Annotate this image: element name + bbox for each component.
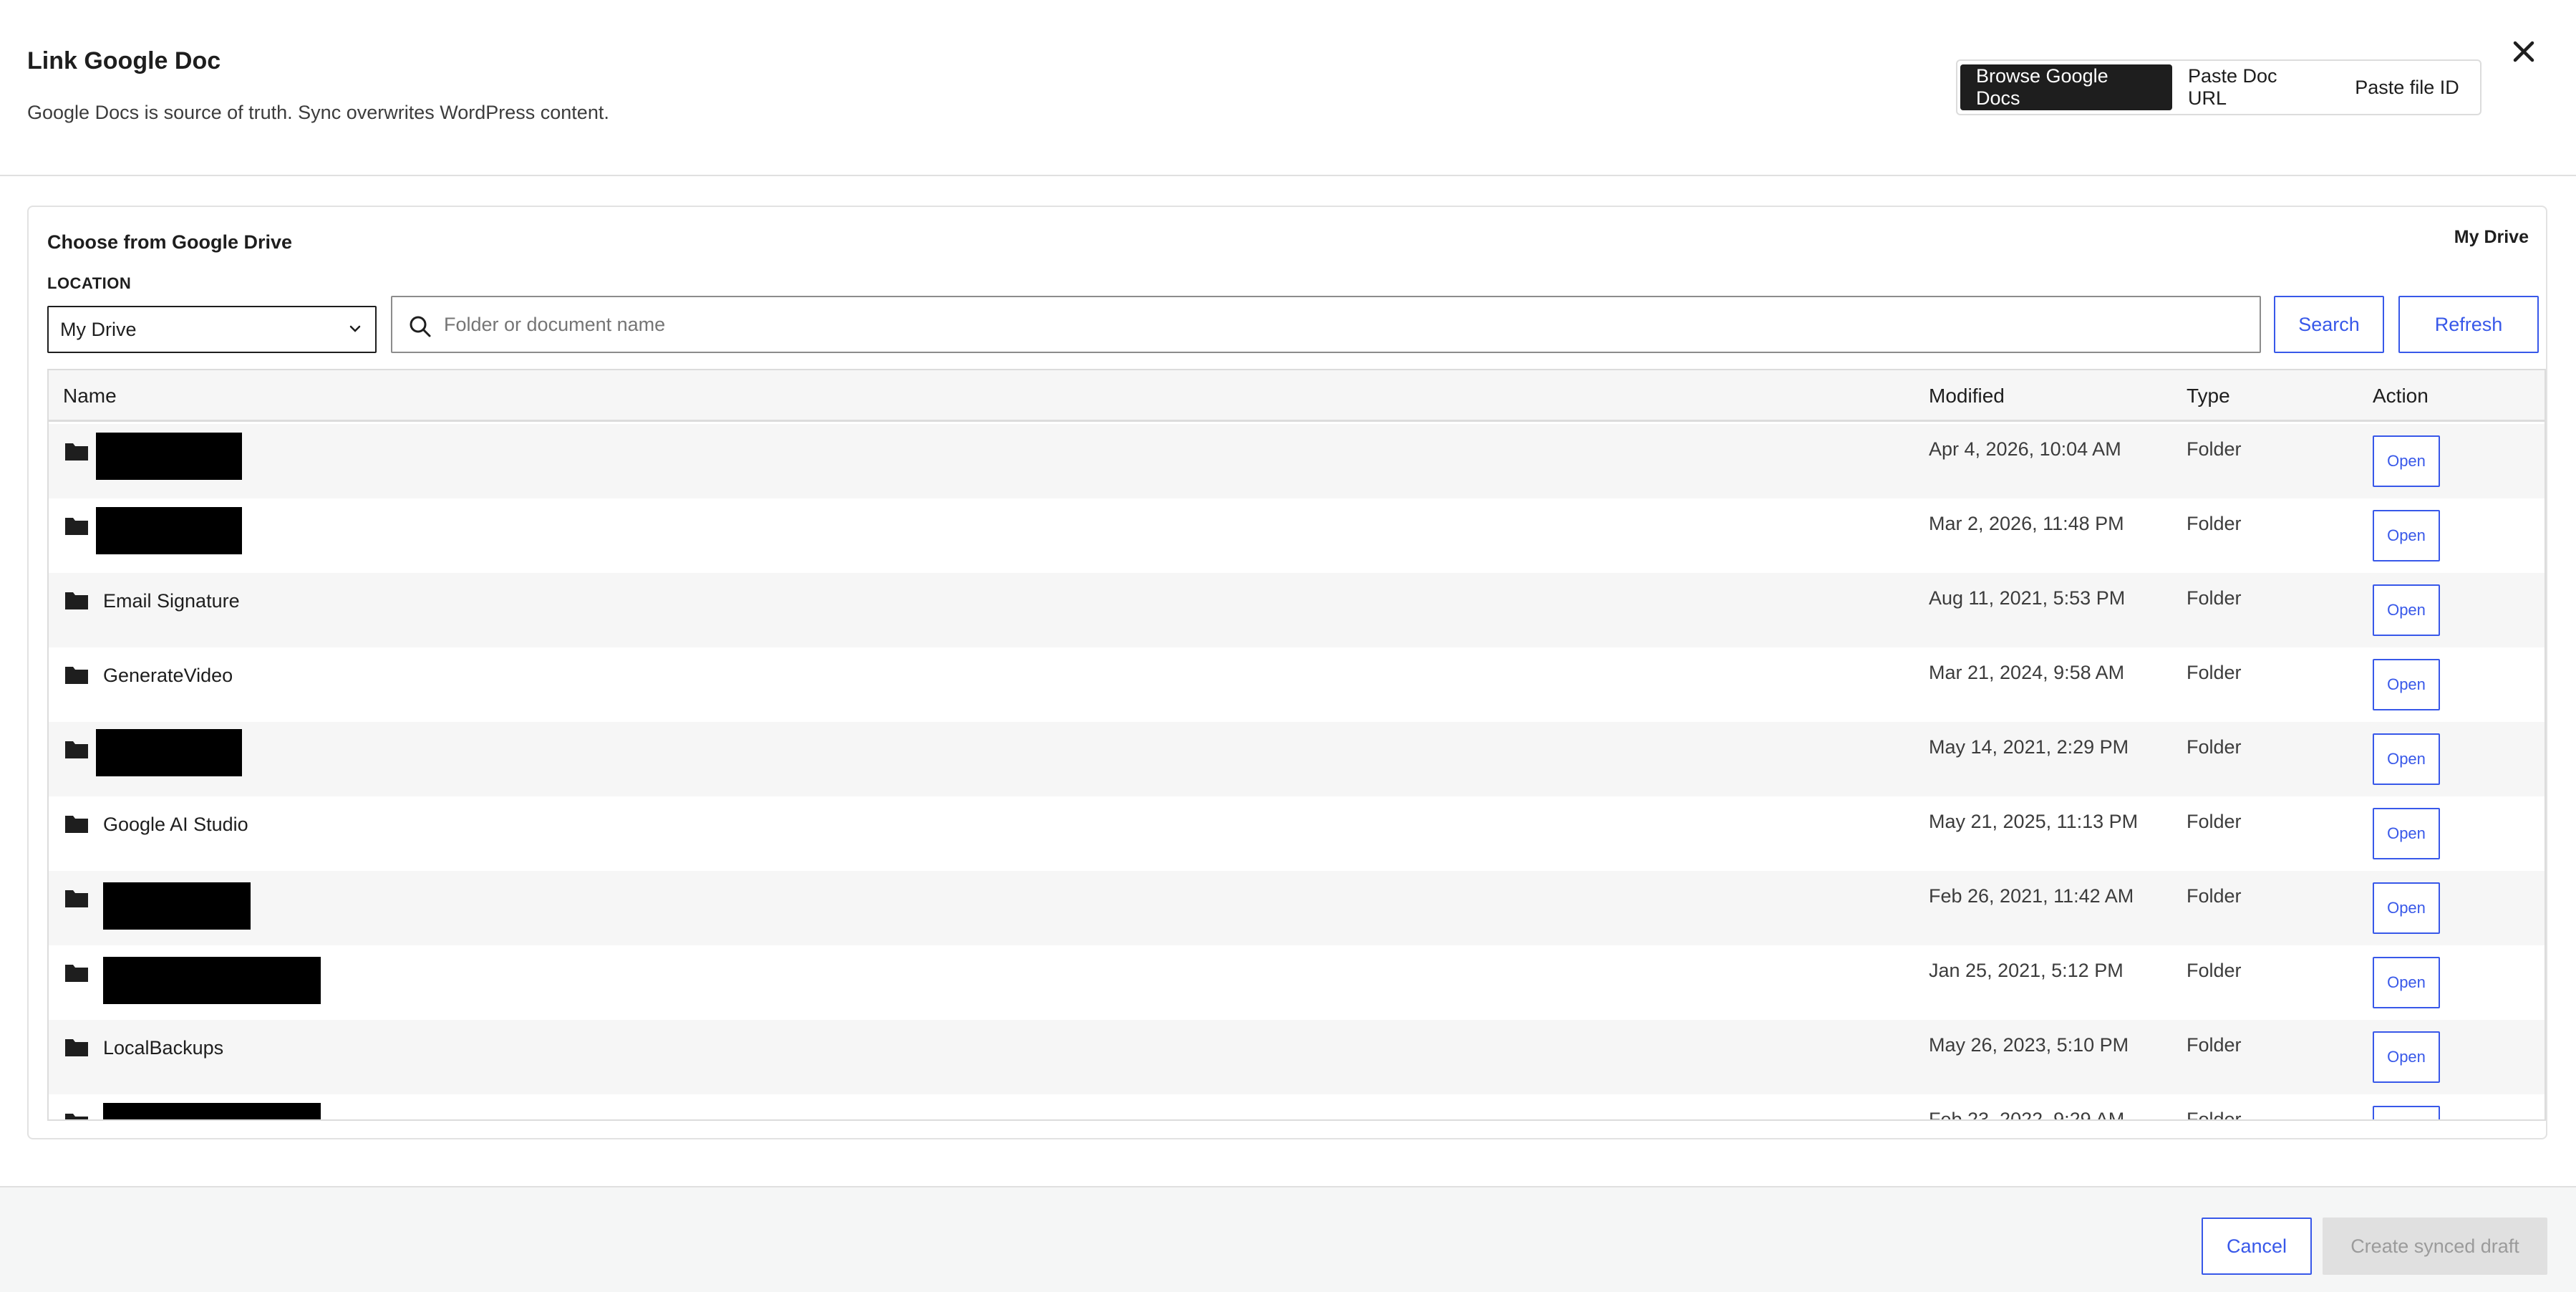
table-row[interactable]: Jan 25, 2021, 5:12 PM Folder Open — [49, 945, 2544, 1020]
column-header-action: Action — [2373, 385, 2429, 407]
search-box — [391, 296, 2261, 353]
open-button[interactable]: Open — [2373, 659, 2440, 710]
item-type: Folder — [2187, 885, 2242, 907]
open-button[interactable]: Open — [2373, 957, 2440, 1008]
table-row[interactable]: May 14, 2021, 2:29 PM Folder Open — [49, 722, 2544, 796]
open-button[interactable]: Open — [2373, 882, 2440, 934]
modified-date: Feb 26, 2021, 11:42 AM — [1929, 885, 2134, 907]
modified-date: May 26, 2023, 5:10 PM — [1929, 1034, 2129, 1056]
search-input[interactable] — [444, 313, 2260, 336]
search-button[interactable]: Search — [2274, 296, 2384, 353]
modified-date: May 21, 2025, 11:13 PM — [1929, 811, 2139, 832]
item-type: Folder — [2187, 1109, 2242, 1121]
modified-date: Feb 23, 2022, 9:29 AM — [1929, 1109, 2125, 1121]
folder-icon — [65, 592, 88, 609]
table-row[interactable]: Email Signature Aug 11, 2021, 5:53 PM Fo… — [49, 573, 2544, 647]
folder-icon — [65, 518, 88, 535]
tab-paste-doc-url[interactable]: Paste Doc URL — [2172, 64, 2337, 110]
table-row[interactable]: GenerateVideo Mar 21, 2024, 9:58 AM Fold… — [49, 647, 2544, 722]
create-synced-draft-button[interactable]: Create synced draft — [2323, 1218, 2547, 1275]
close-icon[interactable] — [2507, 34, 2541, 69]
breadcrumb: My Drive — [2454, 227, 2529, 247]
tab-browse-google-docs[interactable]: Browse Google Docs — [1960, 64, 2172, 110]
modified-date: Mar 21, 2024, 9:58 AM — [1929, 662, 2125, 683]
open-button[interactable]: Open — [2373, 510, 2440, 561]
drive-table: Name Modified Type Action Apr 4, 2026, 1… — [47, 369, 2546, 1121]
redacted-name — [103, 1103, 321, 1119]
panel-title: Choose from Google Drive — [47, 231, 293, 253]
modified-date: Apr 4, 2026, 10:04 AM — [1929, 438, 2121, 460]
modal-title: Link Google Doc — [27, 47, 221, 74]
refresh-button[interactable]: Refresh — [2398, 296, 2539, 353]
modified-date: May 14, 2021, 2:29 PM — [1929, 736, 2129, 758]
location-select-value: My Drive — [60, 318, 137, 340]
open-button[interactable]: Open — [2373, 1106, 2440, 1119]
item-type: Folder — [2187, 1034, 2242, 1056]
item-name: GenerateVideo — [103, 665, 233, 686]
modified-date: Jan 25, 2021, 5:12 PM — [1929, 960, 2124, 981]
item-type: Folder — [2187, 513, 2242, 534]
item-name: Google AI Studio — [103, 814, 248, 835]
chevron-down-icon — [349, 325, 361, 332]
table-row[interactable]: Apr 4, 2026, 10:04 AM Folder Open — [49, 424, 2544, 498]
column-header-name[interactable]: Name — [63, 385, 117, 408]
folder-icon — [65, 1039, 88, 1056]
folder-icon — [65, 443, 88, 461]
folder-icon — [65, 741, 88, 758]
table-row[interactable]: LocalBackups May 26, 2023, 5:10 PM Folde… — [49, 1020, 2544, 1094]
table-row[interactable]: Mar 2, 2026, 11:48 PM Folder Open — [49, 498, 2544, 573]
table-row[interactable]: Feb 26, 2021, 11:42 AM Folder Open — [49, 871, 2544, 945]
column-header-modified[interactable]: Modified — [1929, 385, 2005, 408]
item-type: Folder — [2187, 811, 2242, 832]
modal-subtitle: Google Docs is source of truth. Sync ove… — [27, 102, 609, 123]
item-type: Folder — [2187, 587, 2242, 609]
redacted-name — [96, 729, 242, 776]
open-button[interactable]: Open — [2373, 1031, 2440, 1083]
open-button[interactable]: Open — [2373, 808, 2440, 859]
folder-icon — [65, 667, 88, 684]
redacted-name — [103, 957, 321, 1004]
modified-date: Aug 11, 2021, 5:53 PM — [1929, 587, 2126, 609]
modal-footer: Cancel Create synced draft — [0, 1186, 2576, 1292]
table-header: Name Modified Type Action — [49, 370, 2544, 422]
modified-date: Mar 2, 2026, 11:48 PM — [1929, 513, 2124, 534]
folder-icon — [65, 890, 88, 907]
location-label: LOCATION — [47, 274, 132, 292]
redacted-name — [103, 882, 251, 930]
table-row[interactable]: Feb 23, 2022, 9:29 AM Folder Open — [49, 1094, 2544, 1121]
search-icon — [410, 316, 431, 337]
item-type: Folder — [2187, 438, 2242, 460]
location-select[interactable]: My Drive — [47, 306, 377, 353]
redacted-name — [96, 433, 242, 480]
folder-icon — [65, 1114, 88, 1119]
link-google-doc-modal: Link Google Doc Google Docs is source of… — [0, 0, 2576, 1292]
column-header-type[interactable]: Type — [2187, 385, 2230, 408]
close-icon-glyph — [2513, 41, 2534, 62]
open-button[interactable]: Open — [2373, 733, 2440, 785]
redacted-name — [96, 507, 242, 554]
item-type: Folder — [2187, 662, 2242, 683]
item-name: Email Signature — [103, 590, 240, 612]
open-button[interactable]: Open — [2373, 435, 2440, 487]
table-row[interactable]: Google AI Studio May 21, 2025, 11:13 PM … — [49, 796, 2544, 871]
item-name: LocalBackups — [103, 1037, 224, 1059]
folder-icon — [65, 816, 88, 833]
modal-header: Link Google Doc Google Docs is source of… — [0, 0, 2576, 176]
source-tabs: Browse Google Docs Paste Doc URL Paste f… — [1956, 59, 2481, 115]
drive-browser-panel: Choose from Google Drive My Drive LOCATI… — [27, 206, 2547, 1139]
item-type: Folder — [2187, 960, 2242, 981]
cancel-button[interactable]: Cancel — [2202, 1218, 2312, 1275]
open-button[interactable]: Open — [2373, 584, 2440, 636]
folder-icon — [65, 965, 88, 982]
tab-paste-file-id[interactable]: Paste file ID — [2337, 64, 2477, 110]
item-type: Folder — [2187, 736, 2242, 758]
